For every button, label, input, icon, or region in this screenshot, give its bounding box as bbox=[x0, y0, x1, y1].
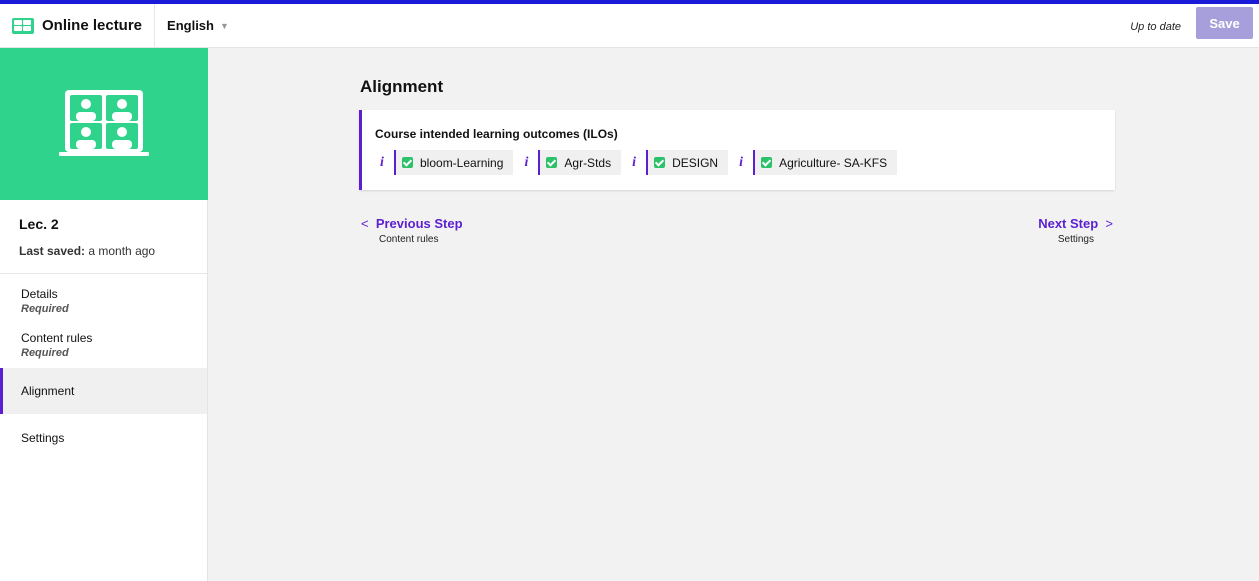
next-step-button[interactable]: Next Step > Settings bbox=[1038, 216, 1113, 245]
ilo-tag-list: i bloom-Learning i Agr-Stds i DESIGN i A… bbox=[375, 150, 903, 175]
lecture-title: Lec. 2 bbox=[19, 216, 59, 232]
sidebar-item-label: Content rules bbox=[21, 331, 93, 345]
checkbox-checked-icon[interactable] bbox=[402, 157, 413, 168]
previous-step-label: Previous Step bbox=[375, 216, 463, 231]
info-icon[interactable]: i bbox=[627, 155, 641, 171]
sidebar-item-content-rules[interactable]: Content rules Required bbox=[0, 320, 207, 368]
language-select[interactable]: English ▼ bbox=[155, 18, 229, 33]
brand: Online lecture bbox=[0, 4, 156, 47]
last-saved-label: Last saved: bbox=[19, 244, 86, 258]
ilo-tag-label: DESIGN bbox=[672, 155, 719, 170]
sidebar-item-settings[interactable]: Settings bbox=[0, 414, 207, 460]
checkbox-checked-icon[interactable] bbox=[761, 157, 773, 168]
sidebar-item-required: Required bbox=[21, 347, 69, 359]
caret-down-icon: ▼ bbox=[219, 20, 229, 31]
ilo-card-title: Course intended learning outcomes (ILOs) bbox=[375, 127, 618, 141]
ilo-tag-label: Agriculture- SA-KFS bbox=[779, 155, 888, 170]
sidebar: Lec. 2 Last saved: a month ago Details R… bbox=[0, 48, 208, 581]
ilo-tag[interactable]: DESIGN bbox=[646, 150, 729, 175]
ilo-tag-label: bloom-Learning bbox=[420, 155, 504, 170]
last-saved-value: a month ago bbox=[88, 244, 156, 258]
previous-step-name: Content rules bbox=[379, 234, 439, 245]
app-title: Online lecture bbox=[42, 17, 143, 34]
ilo-tag[interactable]: bloom-Learning bbox=[394, 150, 514, 175]
online-lecture-icon bbox=[12, 17, 34, 34]
chevron-right-icon: > bbox=[1105, 216, 1113, 231]
lecture-hero bbox=[0, 48, 208, 200]
info-icon[interactable]: i bbox=[375, 155, 389, 171]
page-title: Alignment bbox=[360, 77, 444, 96]
ilo-tag-label: Agr-Stds bbox=[564, 155, 612, 170]
info-icon[interactable]: i bbox=[519, 155, 533, 171]
ilo-card: Course intended learning outcomes (ILOs)… bbox=[359, 110, 1115, 190]
previous-step-button[interactable]: < Previous Step Content rules bbox=[361, 216, 463, 245]
sidebar-item-alignment[interactable]: Alignment bbox=[0, 368, 207, 414]
next-step-name: Settings bbox=[1057, 234, 1094, 245]
checkbox-checked-icon[interactable] bbox=[546, 157, 558, 168]
last-saved: Last saved: a month ago bbox=[0, 232, 207, 274]
sidebar-item-label: Alignment bbox=[21, 384, 75, 398]
top-bar: Online lecture English ▼ Up to date Save bbox=[0, 4, 1259, 48]
next-step-label: Next Step bbox=[1038, 216, 1099, 231]
sidebar-item-details[interactable]: Details Required bbox=[0, 274, 207, 320]
language-label: English bbox=[167, 18, 214, 33]
checkbox-checked-icon[interactable] bbox=[654, 157, 666, 168]
save-status: Up to date bbox=[1130, 21, 1181, 33]
sidebar-item-label: Details bbox=[21, 287, 58, 301]
chevron-left-icon: < bbox=[361, 216, 369, 231]
save-button[interactable]: Save bbox=[1196, 7, 1253, 39]
online-lecture-icon bbox=[59, 90, 149, 156]
ilo-tag[interactable]: Agriculture- SA-KFS bbox=[753, 150, 898, 175]
sidebar-item-required: Required bbox=[21, 303, 69, 315]
sidebar-item-label: Settings bbox=[21, 431, 65, 445]
info-icon[interactable]: i bbox=[734, 155, 748, 171]
ilo-tag[interactable]: Agr-Stds bbox=[538, 150, 622, 175]
